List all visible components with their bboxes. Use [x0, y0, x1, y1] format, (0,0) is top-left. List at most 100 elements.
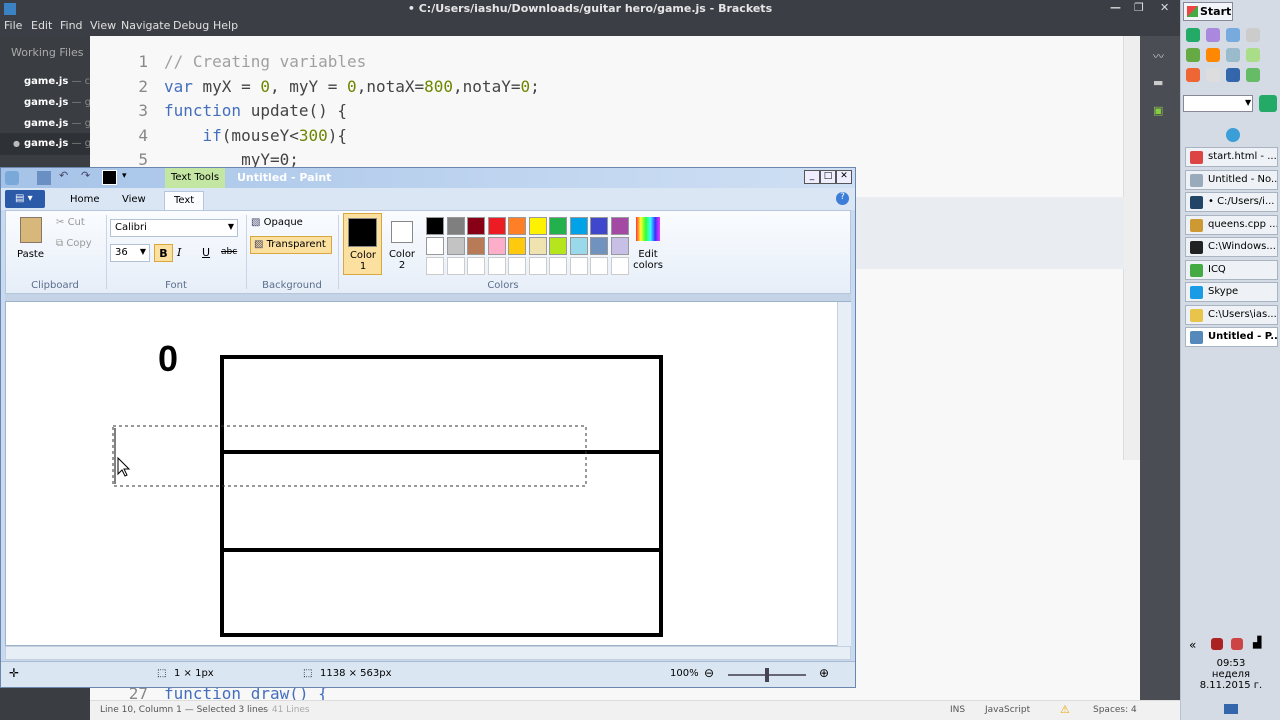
edit-colors-button[interactable]: Edit colors — [631, 213, 665, 275]
custom-color-slot[interactable] — [508, 257, 526, 275]
custom-color-slot[interactable] — [549, 257, 567, 275]
vlc-icon[interactable] — [1206, 48, 1220, 62]
palette-swatch[interactable] — [610, 217, 629, 235]
indent-setting[interactable]: Spaces: 4 — [1093, 705, 1137, 715]
app-icon[interactable] — [1226, 48, 1240, 62]
palette-swatch[interactable] — [508, 217, 526, 235]
zoom-in-button[interactable]: ⊕ — [819, 666, 829, 680]
custom-color-slot[interactable] — [590, 257, 608, 275]
close-button[interactable]: ✕ — [1160, 1, 1169, 14]
app-icon[interactable] — [1246, 68, 1260, 82]
color-qat-icon[interactable] — [102, 170, 117, 185]
undo-icon[interactable]: ↶ — [59, 169, 68, 182]
custom-color-slot[interactable] — [528, 257, 547, 275]
text-selection-box[interactable] — [112, 425, 587, 487]
signal-icon[interactable]: ▟ — [1253, 636, 1261, 649]
start-button[interactable]: Start — [1183, 2, 1233, 21]
working-file-item-active[interactable]: game.js — g — [24, 138, 90, 149]
palette-swatch[interactable] — [426, 217, 444, 235]
taskbar-item[interactable]: • C:/Users/i... — [1185, 192, 1278, 212]
maximize-button[interactable]: □ — [820, 170, 836, 184]
brackets-icon[interactable] — [1226, 68, 1240, 82]
taskbar-item[interactable]: start.html - ... — [1185, 147, 1278, 167]
font-family-select[interactable]: Calibri ▼ — [110, 219, 238, 237]
app-icon[interactable] — [1186, 48, 1200, 62]
paint-app-icon[interactable] — [5, 171, 19, 185]
menu-find[interactable]: Find — [60, 19, 83, 32]
taskbar-item[interactable]: ICQ — [1185, 260, 1278, 280]
address-input[interactable] — [1183, 95, 1253, 112]
app-icon[interactable] — [1206, 68, 1220, 82]
go-button-icon[interactable] — [1259, 95, 1277, 112]
qat-dropdown-icon[interactable]: ▾ — [122, 171, 127, 181]
italic-button[interactable]: I — [177, 246, 181, 259]
menu-debug[interactable]: Debug — [173, 19, 209, 32]
palette-swatch[interactable] — [446, 237, 465, 255]
show-desktop-icon[interactable] — [1224, 704, 1238, 714]
bold-button[interactable]: B — [154, 244, 173, 262]
app-icon[interactable] — [1246, 48, 1260, 62]
custom-color-slot[interactable] — [446, 257, 465, 275]
chevron-down-icon[interactable]: ▼ — [1245, 98, 1251, 107]
extension-manager-icon[interactable]: ▬ — [1153, 76, 1163, 89]
palette-swatch[interactable] — [569, 237, 588, 255]
language-select[interactable]: JavaScript — [985, 705, 1030, 715]
gift-icon[interactable]: ▣ — [1153, 104, 1163, 117]
paint-menu-button[interactable]: ▤ ▾ — [5, 190, 45, 208]
menu-navigate[interactable]: Navigate — [121, 19, 170, 32]
taskbar-item-active[interactable]: Untitled - P... — [1185, 327, 1278, 347]
palette-swatch[interactable] — [508, 237, 526, 255]
transparent-button[interactable]: ▨ Transparent — [250, 236, 332, 254]
live-preview-icon[interactable]: 〰 — [1153, 48, 1164, 64]
minimize-button[interactable]: — — [1110, 1, 1121, 14]
color1-button[interactable]: Color 1 — [343, 213, 382, 275]
taskbar-item[interactable]: queens.cpp ... — [1185, 215, 1278, 235]
cut-button[interactable]: ✂ Cut — [56, 217, 85, 228]
palette-swatch[interactable] — [426, 237, 444, 255]
palette-swatch[interactable] — [528, 237, 547, 255]
palette-swatch[interactable] — [610, 237, 629, 255]
drawing-canvas[interactable]: 0 — [5, 301, 851, 646]
tab-view[interactable]: View — [113, 191, 155, 210]
palette-swatch[interactable] — [590, 217, 608, 235]
app-icon[interactable] — [1226, 28, 1240, 42]
palette-swatch[interactable] — [528, 217, 547, 235]
palette-swatch[interactable] — [549, 217, 567, 235]
menu-view[interactable]: View — [90, 19, 116, 32]
custom-color-slot[interactable] — [467, 257, 485, 275]
underline-button[interactable]: U — [202, 246, 210, 259]
editor-scrollbar[interactable] — [1123, 36, 1140, 460]
custom-color-slot[interactable] — [610, 257, 629, 275]
menu-file[interactable]: File — [4, 19, 22, 32]
chrome-icon[interactable] — [1186, 28, 1200, 42]
taskbar-item[interactable]: Skype — [1185, 282, 1278, 302]
font-size-select[interactable]: 36 ▼ — [110, 244, 150, 262]
menu-help[interactable]: Help — [213, 19, 238, 32]
save-icon[interactable] — [37, 171, 51, 185]
palette-swatch[interactable] — [487, 237, 506, 255]
ins-mode[interactable]: INS — [950, 705, 965, 715]
working-file-item[interactable]: game.js — gui — [24, 97, 90, 108]
menu-edit[interactable]: Edit — [31, 19, 52, 32]
copy-button[interactable]: ⧉ Copy — [56, 238, 92, 249]
color2-button[interactable]: Color 2 — [385, 213, 421, 275]
palette-swatch[interactable] — [487, 217, 506, 235]
opaque-button[interactable]: ▧ Opaque — [251, 217, 303, 228]
strikethrough-button[interactable]: abc — [221, 247, 237, 257]
palette-swatch[interactable] — [549, 237, 567, 255]
working-file-item[interactable]: game.js — cod — [24, 76, 90, 87]
working-file-item[interactable]: game.js — gui — [24, 118, 90, 129]
firefox-icon[interactable] — [1186, 68, 1200, 82]
horizontal-scrollbar[interactable] — [5, 646, 851, 660]
tray-clock[interactable]: 09:53 неделя 8.11.2015 г. — [1181, 658, 1280, 691]
warning-icon[interactable]: ⚠ — [1060, 703, 1070, 716]
zoom-out-button[interactable]: ⊖ — [704, 666, 714, 680]
redo-icon[interactable]: ↷ — [81, 169, 90, 182]
tab-home[interactable]: Home — [61, 191, 109, 210]
antivirus-icon[interactable] — [1231, 638, 1243, 650]
close-button[interactable]: ✕ — [836, 170, 852, 184]
tab-text[interactable]: Text — [164, 191, 205, 210]
tray-expand-icon[interactable]: « — [1189, 638, 1196, 652]
custom-color-slot[interactable] — [426, 257, 444, 275]
minimize-button[interactable]: _ — [804, 170, 820, 184]
